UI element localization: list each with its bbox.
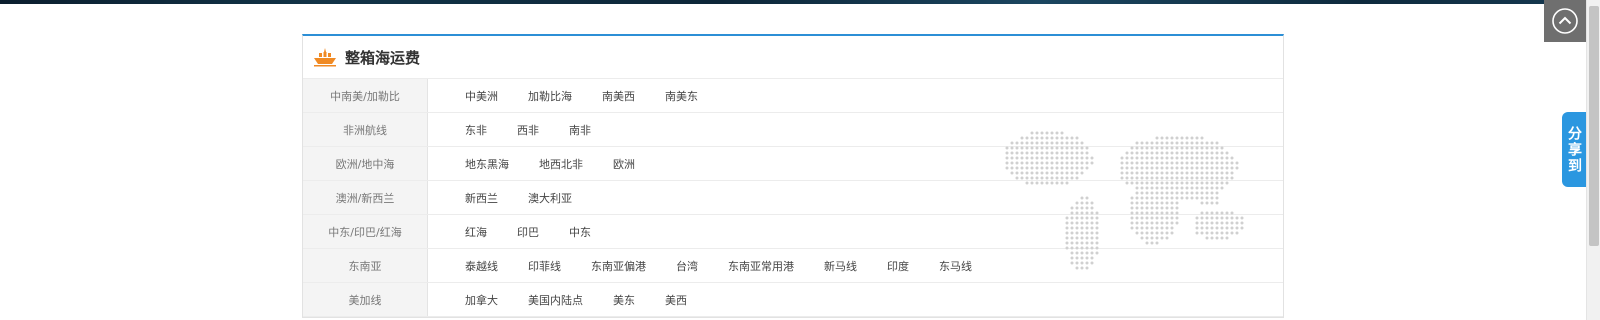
- route-link[interactable]: 南美东: [665, 88, 698, 104]
- fcl-ocean-freight-panel: 整箱海运费 中南美/加勒比 中美洲 加勒比海 南美西 南美东非洲航线 东非 西非 南非欧洲/地…: [302, 34, 1284, 318]
- route-link[interactable]: 加勒比海: [528, 88, 572, 104]
- route-region-label: 澳洲/新西兰: [303, 181, 428, 214]
- route-link[interactable]: 美国内陆点: [528, 292, 583, 308]
- route-link[interactable]: 加拿大: [465, 292, 498, 308]
- route-link[interactable]: 新马线: [824, 258, 857, 274]
- route-links: 东非 西非 南非: [428, 113, 621, 146]
- route-link[interactable]: 中美洲: [465, 88, 498, 104]
- back-to-top-button[interactable]: [1544, 0, 1586, 42]
- route-link[interactable]: 印菲线: [528, 258, 561, 274]
- route-region-label: 东南亚: [303, 249, 428, 282]
- panel-title: 整箱海运费: [345, 48, 421, 67]
- route-links: 新西兰 澳大利亚: [428, 181, 602, 214]
- route-region-label: 欧洲/地中海: [303, 147, 428, 180]
- route-row: 中南美/加勒比 中美洲 加勒比海 南美西 南美东: [303, 79, 1283, 113]
- route-link[interactable]: 印巴: [517, 224, 539, 240]
- route-link[interactable]: 南美西: [602, 88, 635, 104]
- route-link[interactable]: 西非: [517, 122, 539, 138]
- route-region-label: 中南美/加勒比: [303, 79, 428, 112]
- share-button[interactable]: 分享到: [1562, 112, 1586, 187]
- route-link[interactable]: 印度: [887, 258, 909, 274]
- route-links: 地东黑海 地西北非 欧洲: [428, 147, 665, 180]
- dotted-world-map-icon: [1005, 131, 1244, 270]
- route-link[interactable]: 南非: [569, 122, 591, 138]
- route-link[interactable]: 澳大利亚: [528, 190, 572, 206]
- route-link[interactable]: 中东: [569, 224, 591, 240]
- route-links: 红海 印巴 中东: [428, 215, 621, 248]
- page-scrollbar[interactable]: [1586, 0, 1600, 320]
- route-links: 泰越线 印菲线 东南亚偏港 台湾 东南亚常用港 新马线 印度 东马线: [428, 249, 1002, 282]
- route-link[interactable]: 新西兰: [465, 190, 498, 206]
- route-link[interactable]: 地西北非: [539, 156, 583, 172]
- chevron-up-icon: [1552, 8, 1578, 34]
- route-link[interactable]: 泰越线: [465, 258, 498, 274]
- route-link[interactable]: 红海: [465, 224, 487, 240]
- ship-icon: [314, 48, 336, 67]
- route-region-label: 非洲航线: [303, 113, 428, 146]
- route-table: 中南美/加勒比 中美洲 加勒比海 南美西 南美东 非洲航线 东非 西非 南非 欧洲/地中海 地东黑海…: [303, 79, 1283, 317]
- scrollbar-thumb[interactable]: [1589, 6, 1599, 246]
- route-row: 美加线 加拿大 美国内陆点 美东 美西: [303, 283, 1283, 317]
- route-link[interactable]: 欧洲: [613, 156, 635, 172]
- route-links: 中美洲 加勒比海 南美西 南美东: [428, 79, 728, 112]
- header-banner-strip: [0, 0, 1600, 4]
- route-link[interactable]: 东非: [465, 122, 487, 138]
- route-region-label: 美加线: [303, 283, 428, 316]
- panel-header: 整箱海运费: [303, 36, 1283, 79]
- route-link[interactable]: 美东: [613, 292, 635, 308]
- route-links: 加拿大 美国内陆点 美东 美西: [428, 283, 717, 316]
- route-region-label: 中东/印巴/红海: [303, 215, 428, 248]
- route-link[interactable]: 东马线: [939, 258, 972, 274]
- route-link[interactable]: 地东黑海: [465, 156, 509, 172]
- route-link[interactable]: 东南亚偏港: [591, 258, 646, 274]
- route-link[interactable]: 台湾: [676, 258, 698, 274]
- route-link[interactable]: 东南亚常用港: [728, 258, 794, 274]
- route-link[interactable]: 美西: [665, 292, 687, 308]
